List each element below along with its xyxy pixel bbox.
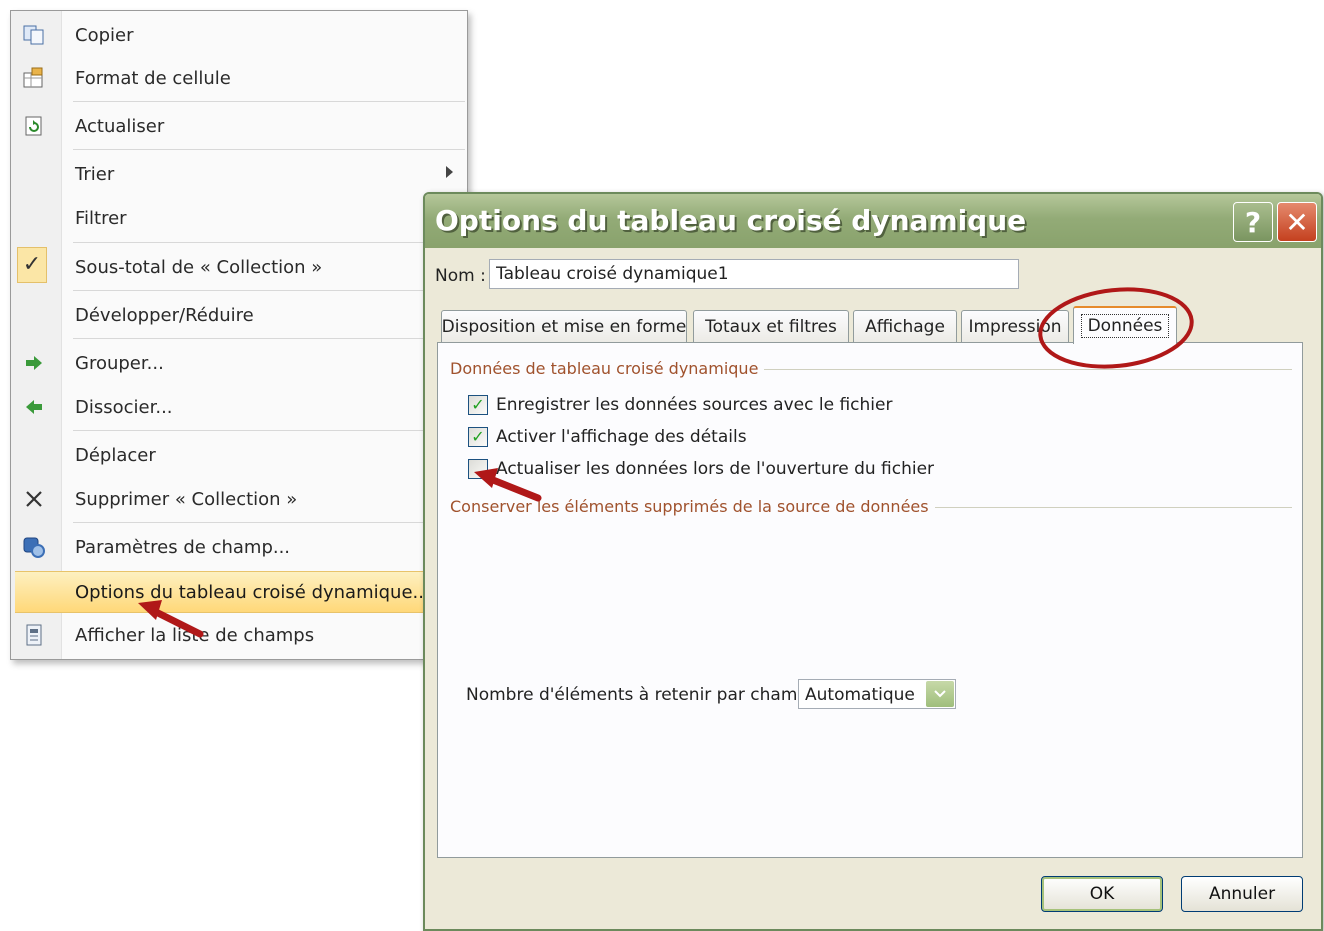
menu-separator — [73, 338, 465, 339]
menu-item-actualiser[interactable]: Actualiser — [11, 106, 467, 146]
menu-item-label: Paramètres de champ... — [75, 537, 291, 558]
menu-separator — [73, 101, 465, 102]
cancel-button[interactable]: Annuler — [1181, 876, 1303, 912]
close-button[interactable]: ✕ — [1277, 202, 1317, 242]
ok-button[interactable]: OK — [1041, 876, 1163, 912]
name-label: Nom : — [435, 266, 486, 286]
menu-item-label: Sous-total de « Collection » — [75, 257, 323, 278]
menu-item-label: Dissocier... — [75, 397, 173, 418]
menu-separator — [73, 242, 465, 243]
tab-affichage[interactable]: Affichage — [853, 310, 957, 342]
menu-item-label: Déplacer — [75, 445, 156, 466]
menu-item-grouper[interactable]: Grouper... — [11, 343, 467, 383]
menu-item-label: Afficher la liste de champs — [75, 625, 315, 646]
menu-item-label: Trier — [75, 164, 115, 185]
menu-item-format-de-cellule[interactable]: Format de cellule — [11, 58, 467, 98]
copy-icon — [21, 23, 47, 47]
select-value: Automatique — [805, 685, 915, 705]
chevron-down-icon[interactable] — [926, 681, 954, 707]
checkbox-save-source[interactable]: ✓ — [468, 395, 488, 415]
tab-label: Totaux et filtres — [705, 316, 837, 337]
checkbox-label: Actualiser les données lors de l'ouvertu… — [496, 459, 935, 479]
checkbox-label: Enregistrer les données sources avec le … — [496, 395, 893, 415]
menu-item-label: Développer/Réduire — [75, 305, 254, 326]
menu-item-developper-reduire[interactable]: Développer/Réduire — [11, 295, 467, 335]
pivot-name-input[interactable] — [489, 259, 1019, 289]
menu-separator — [73, 430, 465, 431]
field-list-icon — [21, 623, 47, 647]
menu-item-supprimer[interactable]: Supprimer « Collection » — [11, 479, 467, 519]
menu-item-label: Actualiser — [75, 116, 165, 137]
group-arrow-icon — [21, 351, 47, 375]
menu-item-options-tableau[interactable]: Options du tableau croisé dynamique... — [15, 571, 493, 613]
submenu-arrow-icon — [446, 166, 453, 178]
dialog-titlebar[interactable]: Options du tableau croisé dynamique ? ✕ — [425, 194, 1321, 248]
tab-label: Disposition et mise en forme — [441, 316, 687, 337]
menu-item-label: Grouper... — [75, 353, 164, 374]
menu-item-parametres-de-champ[interactable]: Paramètres de champ... — [11, 527, 467, 567]
tab-label: Impression — [968, 316, 1062, 337]
checkbox-label: Activer l'affichage des détails — [496, 427, 747, 447]
checkbox-row-enable-details[interactable]: ✓ Activer l'affichage des détails — [468, 425, 747, 449]
menu-separator — [73, 149, 465, 150]
menu-item-label: Copier — [75, 25, 134, 46]
checkbox-row-refresh-on-open[interactable]: Actualiser les données lors de l'ouvertu… — [468, 457, 934, 481]
menu-item-label: Format de cellule — [75, 68, 231, 89]
tab-panel-donnees: Données de tableau croisé dynamique ✓ En… — [437, 342, 1303, 858]
tab-label: Données — [1080, 314, 1170, 338]
checkmark-icon: ✓ — [17, 246, 47, 283]
tab-label: Affichage — [865, 316, 945, 337]
retain-items-select[interactable]: Automatique — [798, 679, 956, 709]
menu-item-label: Options du tableau croisé dynamique... — [75, 582, 430, 603]
tab-disposition[interactable]: Disposition et mise en forme — [441, 310, 687, 342]
menu-item-copier[interactable]: Copier — [11, 15, 467, 55]
tab-totaux-filtres[interactable]: Totaux et filtres — [693, 310, 849, 342]
pivot-options-dialog: Options du tableau croisé dynamique ? ✕ … — [423, 192, 1323, 931]
checkbox-row-save-source[interactable]: ✓ Enregistrer les données sources avec l… — [468, 393, 892, 417]
refresh-icon — [21, 114, 47, 138]
menu-item-filtrer[interactable]: Filtrer — [11, 198, 467, 238]
menu-item-dissocier[interactable]: Dissocier... — [11, 387, 467, 427]
checkbox-refresh-on-open[interactable] — [468, 459, 488, 479]
group-title-pivot-data: Données de tableau croisé dynamique — [450, 359, 765, 378]
help-button[interactable]: ? — [1233, 202, 1273, 242]
menu-item-label: Filtrer — [75, 208, 127, 229]
ungroup-arrow-icon — [21, 395, 47, 419]
tab-donnees[interactable]: Données — [1073, 306, 1177, 344]
menu-separator — [73, 522, 465, 523]
menu-item-sous-total[interactable]: ✓ Sous-total de « Collection » — [11, 246, 467, 287]
dialog-title: Options du tableau croisé dynamique — [435, 204, 1027, 237]
menu-item-label: Supprimer « Collection » — [75, 489, 298, 510]
checkbox-enable-details[interactable]: ✓ — [468, 427, 488, 447]
field-settings-icon — [21, 535, 47, 559]
retain-items-label: Nombre d'éléments à retenir par champ : — [466, 685, 820, 705]
menu-item-deplacer[interactable]: Déplacer — [11, 435, 467, 475]
group-title-retain-items: Conserver les éléments supprimés de la s… — [450, 497, 935, 516]
menu-item-afficher-liste-champs[interactable]: Afficher la liste de champs — [11, 615, 467, 655]
menu-item-trier[interactable]: Trier — [11, 154, 467, 194]
delete-x-icon — [21, 487, 47, 511]
context-menu: Copier Format de cellule Actualiser Trie… — [10, 10, 493, 660]
tab-impression[interactable]: Impression — [961, 310, 1069, 342]
format-cells-icon — [21, 66, 47, 90]
menu-separator — [73, 290, 465, 291]
